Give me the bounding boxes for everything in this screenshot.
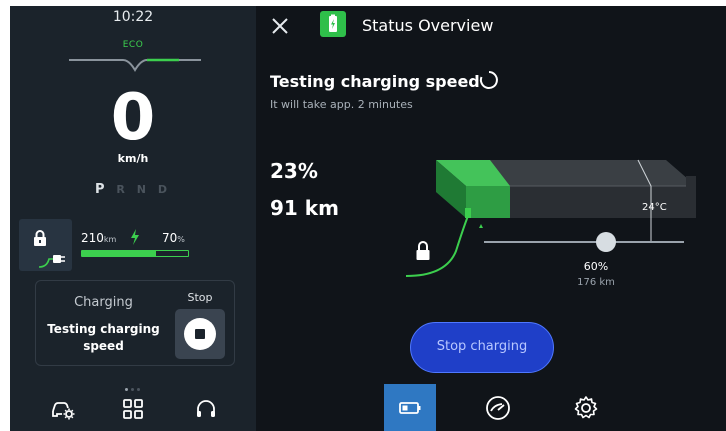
charge-percent: 23% <box>270 159 318 183</box>
charging-plug-icon <box>39 255 65 268</box>
battery-level-fill <box>82 251 157 256</box>
status-overview-panel: Status Overview Testing charging speed I… <box>256 6 726 431</box>
gear-icon <box>574 396 598 419</box>
battery-level-bar <box>81 250 189 257</box>
stop-square <box>195 329 205 339</box>
lock-icon <box>34 230 46 246</box>
charge-lock-button[interactable] <box>19 219 72 271</box>
eco-gauge-arc <box>69 58 201 72</box>
vehicle-screen: 10:22 ECO 0 km/h P R N D 210km 70% Charg… <box>10 6 726 431</box>
charging-card-title: Charging <box>74 295 133 310</box>
gear-d: D <box>157 183 171 196</box>
stop-label: Stop <box>187 291 213 304</box>
drive-mode-label: ECO <box>122 40 144 50</box>
stop-icon <box>184 318 216 350</box>
stop-charging-mini-button[interactable] <box>175 309 225 359</box>
headset-icon <box>197 400 215 417</box>
tab-settings[interactable] <box>560 384 612 431</box>
gear-n: N <box>136 183 150 196</box>
battery-fill-front <box>466 186 510 218</box>
charging-card: Charging Testing charging speed Stop <box>35 280 235 366</box>
spinner-icon <box>479 71 498 89</box>
grid-icon <box>123 399 143 419</box>
gear-p: P <box>95 182 109 197</box>
battery-percent-readout: 70% <box>162 231 185 245</box>
battery-icon <box>399 402 421 414</box>
apps-grid-button[interactable] <box>121 397 149 423</box>
clock: 10:22 <box>112 9 154 25</box>
charge-limit-percent: 60% <box>583 260 609 273</box>
battery-status-icon <box>320 11 346 37</box>
current-level-marker <box>479 224 483 228</box>
tab-driving[interactable] <box>472 384 524 431</box>
left-panel: 10:22 ECO 0 km/h P R N D 210km 70% Charg… <box>10 6 256 431</box>
testing-title: Testing charging speed <box>270 72 480 91</box>
car-settings-button[interactable] <box>50 397 78 423</box>
car-settings-icon <box>52 402 75 420</box>
range-readout: 210km <box>81 231 116 245</box>
lightning-icon <box>131 229 139 245</box>
range-value: 210 <box>81 231 104 245</box>
charge-limit-range: 176 km <box>577 277 615 288</box>
battery-percent-unit: % <box>177 235 185 244</box>
charge-range: 91 km <box>270 196 339 220</box>
cable-lock-icon <box>416 241 430 260</box>
tab-battery[interactable] <box>384 384 436 431</box>
charging-cable <box>406 215 469 277</box>
testing-subtitle: It will take app. 2 minutes <box>270 98 413 111</box>
battery-graphic <box>406 159 696 277</box>
gear-r: R <box>116 183 129 196</box>
speed-value: 0 <box>110 81 156 155</box>
speedometer-icon <box>486 396 510 420</box>
page-indicator <box>125 376 155 391</box>
left-nav-bar <box>10 391 256 431</box>
battery-terminal <box>686 176 696 194</box>
support-button[interactable] <box>194 397 222 423</box>
battery-charge-glyph <box>329 14 337 32</box>
battery-temperature: 24°C <box>642 202 667 213</box>
window-title: Status Overview <box>362 16 494 35</box>
bottom-tab-bar <box>256 384 726 431</box>
stop-charging-button[interactable]: Stop charging <box>410 322 554 373</box>
close-icon[interactable] <box>270 16 290 36</box>
charging-card-message: Testing charging speed <box>47 322 160 353</box>
battery-percent-value: 70 <box>162 231 178 245</box>
charging-plug <box>465 208 471 218</box>
charge-limit-slider-knob[interactable] <box>596 232 616 252</box>
gear-selector: P R N D <box>10 182 256 197</box>
speed-unit: km/h <box>117 152 149 165</box>
range-unit: km <box>103 235 117 244</box>
